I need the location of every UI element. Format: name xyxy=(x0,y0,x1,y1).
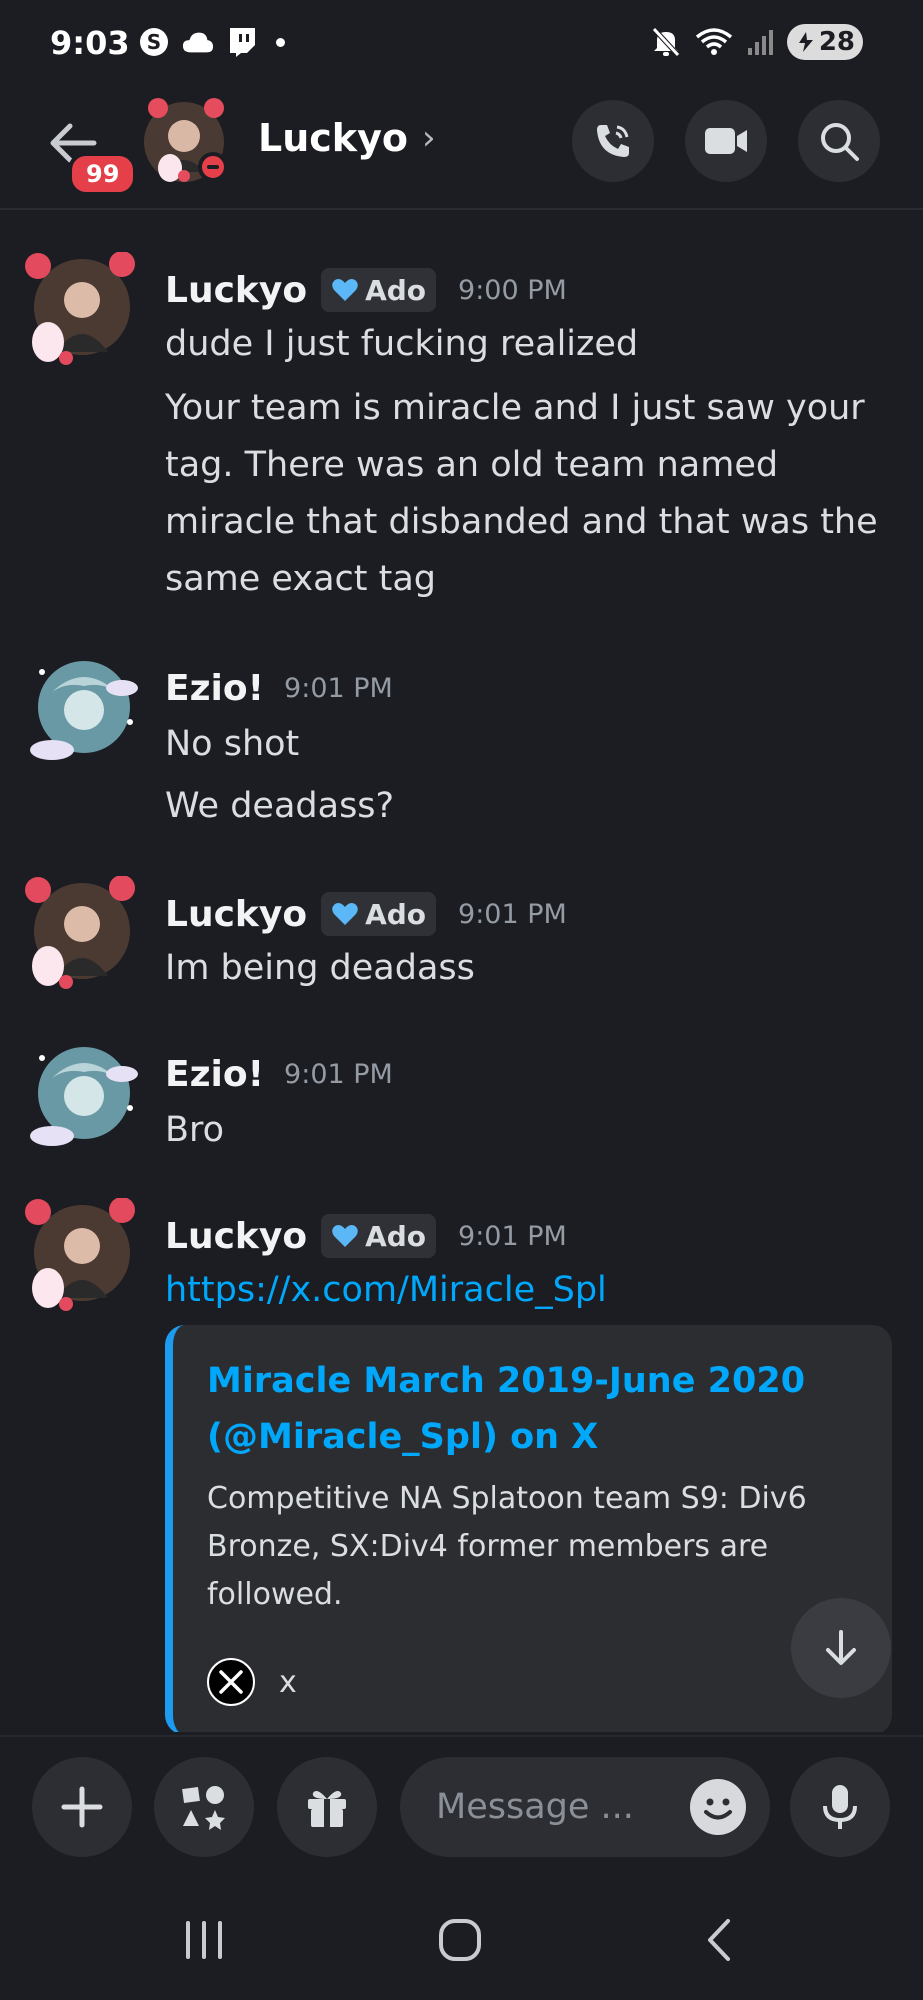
message-text: Im being deadass xyxy=(165,948,475,988)
server-tag[interactable]: Ado xyxy=(321,268,437,312)
author-name[interactable]: Ezio! xyxy=(165,1054,264,1095)
timestamp: 9:01 PM xyxy=(458,898,567,930)
embed-title-line: Miracle March 2019-June 2020 xyxy=(207,1361,806,1401)
mute-icon xyxy=(651,27,680,57)
heart-icon xyxy=(332,1225,358,1247)
author-name[interactable]: Luckyo xyxy=(165,270,307,311)
gift-button[interactable] xyxy=(277,1757,377,1857)
jump-to-bottom-button[interactable] xyxy=(791,1598,891,1698)
apps-button[interactable] xyxy=(154,1757,254,1857)
emoji-button[interactable] xyxy=(690,1779,746,1835)
channel-title[interactable]: Luckyo › xyxy=(258,116,436,160)
heart-icon xyxy=(332,279,358,301)
embed-description-line: followed. xyxy=(207,1577,343,1612)
phone-icon xyxy=(597,125,629,157)
embed-title[interactable]: Miracle March 2019-June 2020 (@Miracle_S… xyxy=(207,1353,847,1465)
signal-icon xyxy=(747,30,773,55)
recent-apps-icon[interactable] xyxy=(180,1915,228,1963)
heart-icon xyxy=(332,903,358,925)
server-tag-label: Ado xyxy=(365,273,427,307)
plus-icon xyxy=(61,1786,103,1828)
message-text: No shot xyxy=(165,724,300,764)
svg-text:S: S xyxy=(147,30,161,54)
shazam-icon: S xyxy=(138,26,170,58)
embed-description: Competitive NA Splatoon team S9: Div6 Br… xyxy=(207,1475,847,1619)
message-header: Luckyo Ado 9:01 PM xyxy=(165,1214,567,1258)
message-text: We deadass? xyxy=(165,786,395,826)
server-tag-label: Ado xyxy=(365,1219,427,1253)
author-name[interactable]: Luckyo xyxy=(165,894,307,935)
server-tag-label: Ado xyxy=(365,897,427,931)
battery-saver-icon xyxy=(798,32,813,52)
timestamp: 9:00 PM xyxy=(458,274,567,306)
channel-name: Luckyo xyxy=(258,116,408,160)
message-input-placeholder: Message ... xyxy=(436,1787,634,1827)
arrow-down-icon xyxy=(826,1630,856,1665)
chevron-right-icon: › xyxy=(421,118,436,158)
more-notifications-dot xyxy=(276,37,285,47)
cloud-icon xyxy=(182,26,214,58)
link-embed[interactable]: Miracle March 2019-June 2020 (@Miracle_S… xyxy=(165,1325,892,1732)
message-header: Luckyo Ado 9:01 PM xyxy=(165,892,567,936)
video-camera-icon xyxy=(705,128,747,154)
avatar[interactable] xyxy=(22,251,142,372)
embed-footer: x xyxy=(207,1658,297,1706)
battery-indicator: 28 xyxy=(786,24,863,60)
avatar[interactable] xyxy=(22,652,142,772)
attach-button[interactable] xyxy=(32,1757,132,1857)
message-link[interactable]: https://x.com/Miracle_Spl xyxy=(165,1262,893,1319)
wifi-icon xyxy=(695,28,732,55)
notification-icons: S xyxy=(138,26,285,58)
status-right: 28 xyxy=(651,24,863,60)
voice-message-button[interactable] xyxy=(790,1757,890,1857)
avatar[interactable] xyxy=(22,875,142,996)
message-header: Ezio! 9:01 PM xyxy=(165,1054,393,1095)
server-tag[interactable]: Ado xyxy=(321,1214,437,1258)
avatar[interactable] xyxy=(22,1038,142,1158)
microphone-icon xyxy=(823,1785,857,1829)
embed-provider: x xyxy=(279,1664,297,1700)
system-nav-bar xyxy=(0,1885,923,2000)
message-text: Your team is miracle and I just saw your xyxy=(165,388,865,428)
status-bar: 9:03 S 28 xyxy=(0,0,923,92)
search-button[interactable] xyxy=(798,100,880,182)
embed-title-line: (@Miracle_Spl) on X xyxy=(207,1417,599,1457)
message-text: same exact tag xyxy=(165,559,436,599)
message-text: dude I just fucking realized xyxy=(165,324,639,364)
video-call-button[interactable] xyxy=(685,100,767,182)
dnd-status-icon xyxy=(198,152,228,182)
gift-icon xyxy=(308,1791,346,1827)
author-name[interactable]: Luckyo xyxy=(165,1216,307,1257)
home-icon[interactable] xyxy=(436,1915,484,1963)
battery-level: 28 xyxy=(818,27,855,57)
message-composer: Message ... xyxy=(0,1735,923,1885)
back-nav-icon[interactable] xyxy=(696,1915,744,1963)
message-text: Bro xyxy=(165,1110,225,1150)
message-list[interactable]: Luckyo Ado 9:00 PM dude I just fucking r… xyxy=(0,212,923,1732)
apps-icon xyxy=(182,1786,225,1830)
avatar[interactable] xyxy=(22,1197,142,1318)
author-name[interactable]: Ezio! xyxy=(165,668,264,709)
timestamp: 9:01 PM xyxy=(458,1220,567,1252)
message-text: miracle that disbanded and that was the xyxy=(165,502,878,542)
channel-header: 99 Luckyo › xyxy=(0,92,923,210)
search-icon xyxy=(821,123,859,161)
embed-description-line: Bronze, SX:Div4 former members are xyxy=(207,1529,769,1564)
smiley-icon xyxy=(704,1798,732,1820)
server-tag[interactable]: Ado xyxy=(321,892,437,936)
message-input[interactable]: Message ... xyxy=(400,1757,770,1857)
embed-description-line: Competitive NA Splatoon team S9: Div6 xyxy=(207,1481,807,1516)
timestamp: 9:01 PM xyxy=(284,673,393,704)
screen: 9:03 S 28 99 Luckyo › Luckyo Ado 9:00 PM… xyxy=(0,0,923,2000)
message-text: tag. There was an old team named xyxy=(165,445,779,485)
x-logo-icon xyxy=(207,1658,255,1706)
message-header: Luckyo Ado 9:00 PM xyxy=(165,268,567,312)
status-time: 9:03 xyxy=(50,24,130,62)
unread-badge: 99 xyxy=(68,152,138,196)
twitch-icon xyxy=(226,26,258,58)
message-header: Ezio! 9:01 PM xyxy=(165,668,393,709)
timestamp: 9:01 PM xyxy=(284,1059,393,1090)
voice-call-button[interactable] xyxy=(572,100,654,182)
